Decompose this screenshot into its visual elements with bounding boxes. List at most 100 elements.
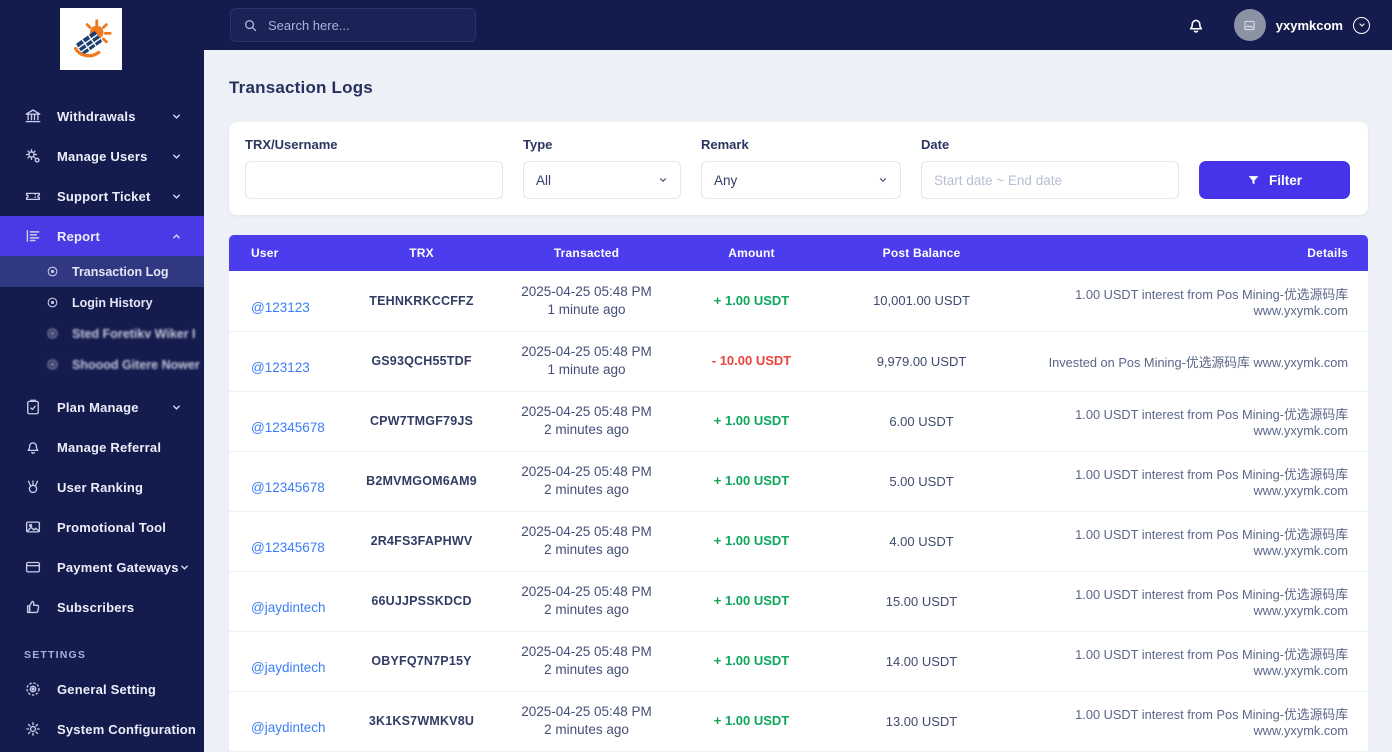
sidebar-item-subscribers[interactable]: Subscribers <box>0 587 204 627</box>
user-link[interactable]: @12345678 <box>251 480 325 495</box>
circle-dot-icon <box>46 327 59 340</box>
transacted-cell: 2025-04-25 05:48 PM 2 minutes ago <box>499 391 674 451</box>
chevron-down-icon <box>171 151 182 162</box>
transacted-datetime: 2025-04-25 05:48 PM <box>521 584 652 599</box>
transacted-ago: 1 minute ago <box>547 301 626 317</box>
sidebar-item-general-setting[interactable]: General Setting <box>0 669 204 709</box>
user-link[interactable]: @jaydintech <box>251 600 326 615</box>
trx-code: GS93QCH55TDF <box>371 354 472 368</box>
sidebar-item-report[interactable]: Report <box>0 216 204 256</box>
user-link[interactable]: @12345678 <box>251 540 325 555</box>
sidebar-item-payment-gateways[interactable]: Payment Gateways <box>0 547 204 587</box>
report-submenu: Transaction Log Login History Sted Foret… <box>0 256 204 380</box>
search-icon <box>243 18 258 33</box>
submenu-item-blurred-2[interactable]: Shoood Gitere Nower <box>0 349 204 380</box>
table-row: @jaydintech 3K1KS7WMKV8U 2025-04-25 05:4… <box>229 691 1368 751</box>
medal-icon <box>24 478 42 496</box>
post-balance-value: 5.00 USDT <box>889 473 954 489</box>
sidebar: Withdrawals Manage Users Support Ticket … <box>0 0 204 752</box>
username-label[interactable]: yxymkcom <box>1276 18 1343 33</box>
transacted-ago: 2 minutes ago <box>544 422 629 437</box>
chevron-down-icon <box>171 191 182 202</box>
submenu-item-transaction-log[interactable]: Transaction Log <box>0 256 204 287</box>
trx-code: 3K1KS7WMKV8U <box>368 714 475 728</box>
amount-value: + 1.00 USDT <box>713 533 790 548</box>
details-text: 1.00 USDT interest from Pos Mining-优选源码库… <box>1075 407 1348 438</box>
trx-username-input[interactable] <box>245 161 503 199</box>
user-avatar[interactable] <box>1233 9 1266 41</box>
transacted-cell: 2025-04-25 05:48 PM 2 minutes ago <box>499 451 674 511</box>
user-link[interactable]: @jaydintech <box>251 720 326 735</box>
table-row: @12345678 CPW7TMGF79JS 2025-04-25 05:48 … <box>229 391 1368 451</box>
type-select[interactable]: All <box>523 161 681 199</box>
funnel-icon <box>1248 175 1259 184</box>
trx-code: 66UJJPSSKDCD <box>371 594 472 608</box>
amount-value: + 1.00 USDT <box>713 593 790 608</box>
sidebar-item-manage-users[interactable]: Manage Users <box>0 136 204 176</box>
submenu-item-label: Login History <box>72 295 153 310</box>
details-text: Invested on Pos Mining-优选源码库 www.yxymk.c… <box>1048 354 1348 370</box>
chevron-up-icon <box>171 231 182 242</box>
post-balance-value: 13.00 USDT <box>885 713 958 729</box>
details-text: 1.00 USDT interest from Pos Mining-优选源码库… <box>1075 467 1348 498</box>
transacted-cell: 2025-04-25 05:48 PM 2 minutes ago <box>499 511 674 571</box>
transaction-table: User TRX Transacted Amount Post Balance … <box>229 235 1368 752</box>
sidebar-item-system-configuration[interactable]: System Configuration <box>0 709 204 749</box>
chevron-down-icon <box>171 111 182 122</box>
transacted-datetime: 2025-04-25 05:48 PM <box>521 344 652 359</box>
post-balance-value: 9,979.00 USDT <box>876 353 967 369</box>
table-row: @123123 GS93QCH55TDF 2025-04-25 05:48 PM… <box>229 331 1368 391</box>
submenu-item-blurred-1[interactable]: Sted Foretikv Wiker I <box>0 318 204 349</box>
sidebar-item-manage-referral[interactable]: Manage Referral <box>0 427 204 467</box>
brand-logo[interactable] <box>60 8 122 70</box>
topbar: yxymkcom <box>204 0 1392 50</box>
sidebar-item-user-ranking[interactable]: User Ranking <box>0 467 204 507</box>
sidebar-item-label: Subscribers <box>57 599 135 615</box>
search-box[interactable] <box>230 8 476 42</box>
avatar-image-icon <box>1244 20 1255 30</box>
bank-icon <box>24 107 42 125</box>
user-link[interactable]: @123123 <box>251 360 310 375</box>
amount-value: + 1.00 USDT <box>713 413 790 428</box>
user-link[interactable]: @12345678 <box>251 420 325 435</box>
date-range-input[interactable] <box>921 161 1179 199</box>
circle-dot-icon <box>46 358 59 371</box>
circle-dot-icon <box>46 296 59 309</box>
sidebar-item-label: Manage Referral <box>57 439 162 455</box>
trx-code: TEHNKRKCCFFZ <box>369 293 474 308</box>
amount-value: + 1.00 USDT <box>713 713 790 728</box>
post-balance-value: 15.00 USDT <box>885 593 958 609</box>
chevron-down-icon <box>179 562 190 573</box>
trx-code: 2R4FS3FAPHWV <box>370 534 473 548</box>
transacted-datetime: 2025-04-25 05:48 PM <box>521 464 652 479</box>
table-header: User TRX Transacted Amount Post Balance … <box>229 235 1368 271</box>
chevron-down-circle-icon[interactable] <box>1353 16 1370 34</box>
details-text: 1.00 USDT interest from Pos Mining-优选源码库… <box>1075 647 1348 678</box>
sidebar-item-withdrawals[interactable]: Withdrawals <box>0 96 204 136</box>
post-balance-value: 10,001.00 USDT <box>873 293 970 309</box>
sidebar-item-support-ticket[interactable]: Support Ticket <box>0 176 204 216</box>
thumbs-up-icon <box>24 598 42 616</box>
filter-button[interactable]: Filter <box>1199 161 1350 199</box>
user-link[interactable]: @jaydintech <box>251 660 326 675</box>
notification-bell-icon[interactable] <box>1186 15 1206 35</box>
sidebar-item-plan-manage[interactable]: Plan Manage <box>0 387 204 427</box>
sidebar-item-promotional-tool[interactable]: Promotional Tool <box>0 507 204 547</box>
remark-select[interactable]: Any <box>701 161 901 199</box>
details-text: 1.00 USDT interest from Pos Mining-优选源码库… <box>1075 587 1348 618</box>
col-header-transacted: Transacted <box>553 246 620 260</box>
trx-code: CPW7TMGF79JS <box>369 414 474 428</box>
col-header-user: User <box>251 246 279 260</box>
trx-code: B2MVMGOM6AM9 <box>366 474 477 488</box>
solar-panel-sun-logo-icon <box>74 19 112 58</box>
table-row: @12345678 B2MVMGOM6AM9 2025-04-25 05:48 … <box>229 451 1368 511</box>
bell-badge-icon <box>24 438 42 456</box>
sidebar-item-label: Plan Manage <box>57 399 139 415</box>
submenu-item-label: Transaction Log <box>72 264 169 279</box>
submenu-item-label: Shoood Gitere Nower <box>72 357 200 372</box>
transacted-cell: 2025-04-25 05:48 PM 1 minute ago <box>499 271 674 331</box>
submenu-item-login-history[interactable]: Login History <box>0 287 204 318</box>
amount-value: + 1.00 USDT <box>713 292 790 308</box>
user-link[interactable]: @123123 <box>251 300 310 315</box>
search-input[interactable] <box>268 17 463 33</box>
